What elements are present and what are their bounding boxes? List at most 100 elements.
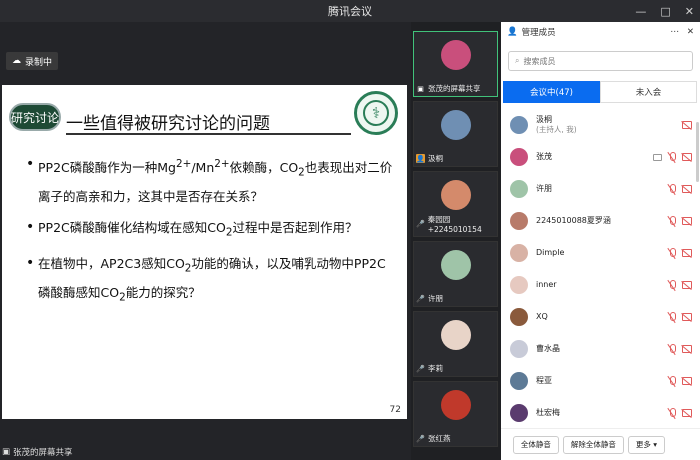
window-title: 腾讯会议: [328, 5, 372, 18]
mic-muted-icon[interactable]: [668, 343, 676, 355]
member-row[interactable]: 许朋: [501, 173, 700, 205]
cloud-icon: ☁: [12, 56, 21, 66]
member-name: 张茂: [536, 152, 552, 161]
member-status-icons: [668, 343, 692, 355]
mic-muted-icon[interactable]: [668, 183, 676, 195]
title-bar: 腾讯会议 — □ ✕: [0, 0, 700, 22]
avatar: [441, 390, 471, 420]
avatar: [441, 320, 471, 350]
shared-screen-area: ☁ 录制中 研究讨论 一些值得被研究讨论的问题 ⚕ • PP2C磷酸酶作为一种Mg…: [0, 22, 411, 460]
member-status-icons: [668, 311, 692, 323]
bullet-text: PP2C磷酸酶作为一种Mg2+/Mn2+依赖酶，CO2也表现出对二价离子的高亲和…: [38, 158, 393, 204]
member-name-block: 程亚: [536, 376, 552, 386]
video-tile[interactable]: 🎤 秦园园+2245010154: [413, 171, 498, 237]
search-icon: ⌕: [515, 56, 520, 65]
tab-in-meeting[interactable]: 会议中(47): [503, 81, 600, 103]
member-name-block: XQ: [536, 312, 548, 322]
camera-off-icon[interactable]: [682, 249, 692, 257]
avatar: [510, 404, 528, 422]
mic-muted-icon[interactable]: [668, 311, 676, 323]
video-gallery: ▣ 张茂的屏幕共享 👤 汲桐 🎤 秦园园+2245010154 🎤 许朋 🎤 李莉 🎤 张红燕: [411, 22, 501, 460]
member-name: inner: [536, 280, 557, 289]
tile-name: ▣ 张茂的屏幕共享: [417, 84, 481, 93]
more-options-icon[interactable]: ⋯: [670, 27, 679, 37]
avatar: [510, 308, 528, 326]
member-name-block: Dimple: [536, 248, 564, 258]
bullet-text: PP2C磷酸酶催化结构域在感知CO2过程中是否起到作用？: [38, 219, 358, 239]
microphone-icon: 🎤: [416, 434, 425, 443]
member-row[interactable]: 杜宏梅: [501, 397, 700, 429]
member-row[interactable]: 程亚: [501, 365, 700, 397]
mic-muted-icon[interactable]: [668, 247, 676, 259]
member-row[interactable]: XQ: [501, 301, 700, 333]
more-button[interactable]: 更多 ▾: [627, 435, 665, 454]
member-row[interactable]: Dimple: [501, 237, 700, 269]
mic-muted-icon[interactable]: [668, 151, 676, 163]
camera-off-icon[interactable]: [682, 281, 692, 289]
maximize-button[interactable]: □: [660, 5, 670, 18]
scrollbar[interactable]: [696, 122, 699, 182]
tile-name: 🎤 秦园园+2245010154: [416, 215, 482, 234]
camera-off-icon[interactable]: [682, 153, 692, 161]
camera-off-icon[interactable]: [682, 409, 692, 417]
recording-indicator[interactable]: ☁ 录制中: [6, 52, 59, 70]
video-tile[interactable]: 👤 汲桐: [413, 101, 498, 167]
member-status-icons: [682, 121, 692, 129]
member-name-block: inner: [536, 280, 557, 290]
member-row[interactable]: 汲桐 (主持人, 我): [501, 109, 700, 141]
avatar: [441, 250, 471, 280]
panel-footer: 全体静音 解除全体静音 更多 ▾: [501, 428, 700, 460]
camera-off-icon[interactable]: [682, 377, 692, 385]
member-row[interactable]: 2245010088夏罗涵: [501, 205, 700, 237]
member-search-input[interactable]: [523, 56, 674, 66]
close-button[interactable]: ✕: [685, 5, 694, 18]
member-status-icons: [668, 183, 692, 195]
participants-panel: 👤 管理成员 ⋯ ✕ ⌕ 会议中(47) 未入会 汲桐(主持人, 我) 张茂许朋 2…: [501, 22, 700, 460]
host-icon: 👤: [416, 154, 425, 163]
member-status-icons: [668, 215, 692, 227]
mic-muted-icon[interactable]: [668, 215, 676, 227]
member-name: 许朋: [536, 184, 552, 193]
avatar: [510, 212, 528, 230]
slide-bullet: • PP2C磷酸酶催化结构域在感知CO2过程中是否起到作用？: [26, 216, 396, 245]
video-tile[interactable]: ▣ 张茂的屏幕共享: [413, 31, 498, 97]
member-name-block: 汲桐 (主持人, 我): [536, 115, 577, 135]
mic-muted-icon[interactable]: [668, 375, 676, 387]
screen-share-icon[interactable]: [653, 153, 662, 161]
member-name-block: 张茂: [536, 152, 552, 162]
minimize-button[interactable]: —: [635, 5, 646, 18]
member-row[interactable]: 张茂: [501, 141, 700, 173]
member-search-box[interactable]: ⌕: [508, 51, 693, 71]
camera-off-icon[interactable]: [682, 185, 692, 193]
mic-muted-icon[interactable]: [668, 407, 676, 419]
video-tile[interactable]: 🎤 许朋: [413, 241, 498, 307]
video-tile[interactable]: 🎤 张红燕: [413, 381, 498, 447]
member-name-block: 许朋: [536, 184, 552, 194]
camera-off-icon[interactable]: [682, 217, 692, 225]
mic-muted-icon[interactable]: [668, 279, 676, 291]
member-name: 杜宏梅: [536, 408, 560, 417]
title-underline: [66, 133, 351, 135]
avatar: [510, 372, 528, 390]
panel-title: 管理成员: [521, 28, 556, 38]
close-panel-icon[interactable]: ✕: [687, 27, 694, 37]
camera-off-icon[interactable]: [682, 121, 692, 129]
avatar: [510, 180, 528, 198]
unmute-all-button[interactable]: 解除全体静音: [562, 435, 624, 454]
mute-all-button[interactable]: 全体静音: [512, 435, 559, 454]
presentation-slide: 研究讨论 一些值得被研究讨论的问题 ⚕ • PP2C磷酸酶作为一种Mg2+/Mn2…: [2, 85, 407, 419]
member-name: 程亚: [536, 376, 552, 385]
member-name: 曹水晶: [536, 344, 560, 353]
avatar: [441, 180, 471, 210]
camera-off-icon[interactable]: [682, 345, 692, 353]
avatar: [510, 244, 528, 262]
video-tile[interactable]: 🎤 李莉: [413, 311, 498, 377]
screen-share-icon: ▣: [417, 84, 424, 93]
tab-not-joined[interactable]: 未入会: [600, 81, 697, 103]
member-row[interactable]: 曹水晶: [501, 333, 700, 365]
member-status-icons: [668, 407, 692, 419]
screen-share-label: ▣ 张茂的屏幕共享: [2, 447, 73, 458]
member-row[interactable]: inner: [501, 269, 700, 301]
camera-off-icon[interactable]: [682, 313, 692, 321]
avatar: [510, 148, 528, 166]
